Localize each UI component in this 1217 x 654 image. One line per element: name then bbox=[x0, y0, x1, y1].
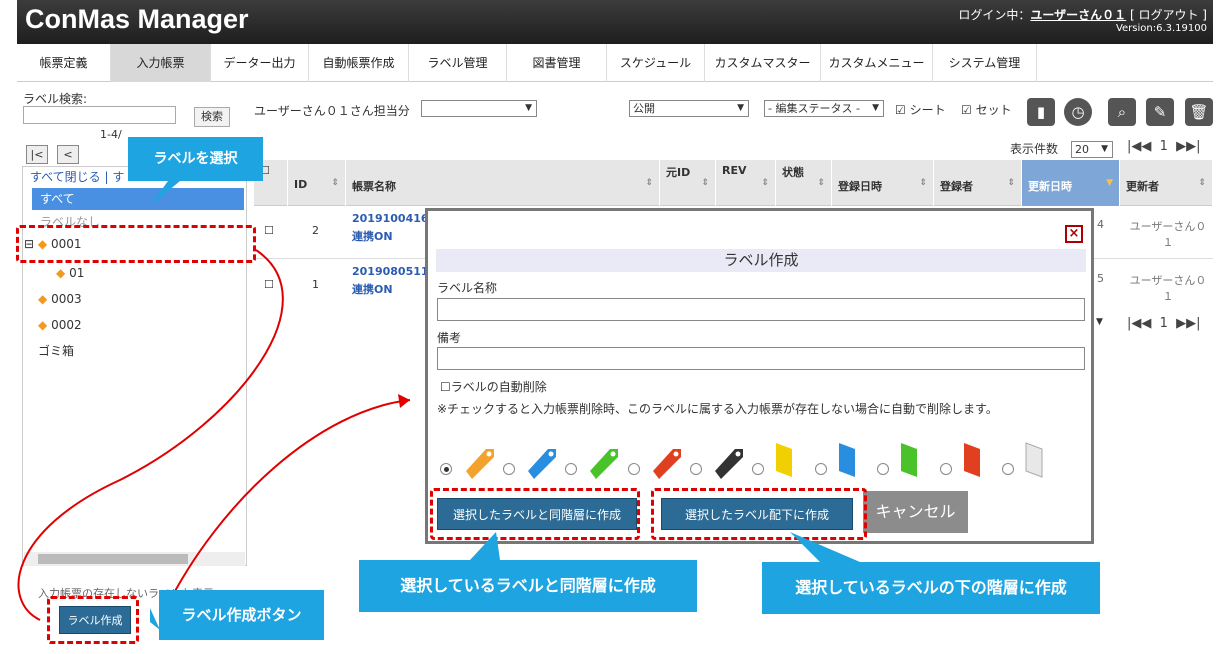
callout-select-label: ラベルを選択 bbox=[128, 137, 263, 181]
annotation-arrows bbox=[17, 181, 860, 630]
callout-child-level: 選択しているラベルの下の階層に作成 bbox=[762, 562, 1100, 614]
callout-same-level: 選択しているラベルと同階層に作成 bbox=[359, 560, 697, 612]
callout-create-button: ラベル作成ボタン bbox=[159, 590, 324, 640]
